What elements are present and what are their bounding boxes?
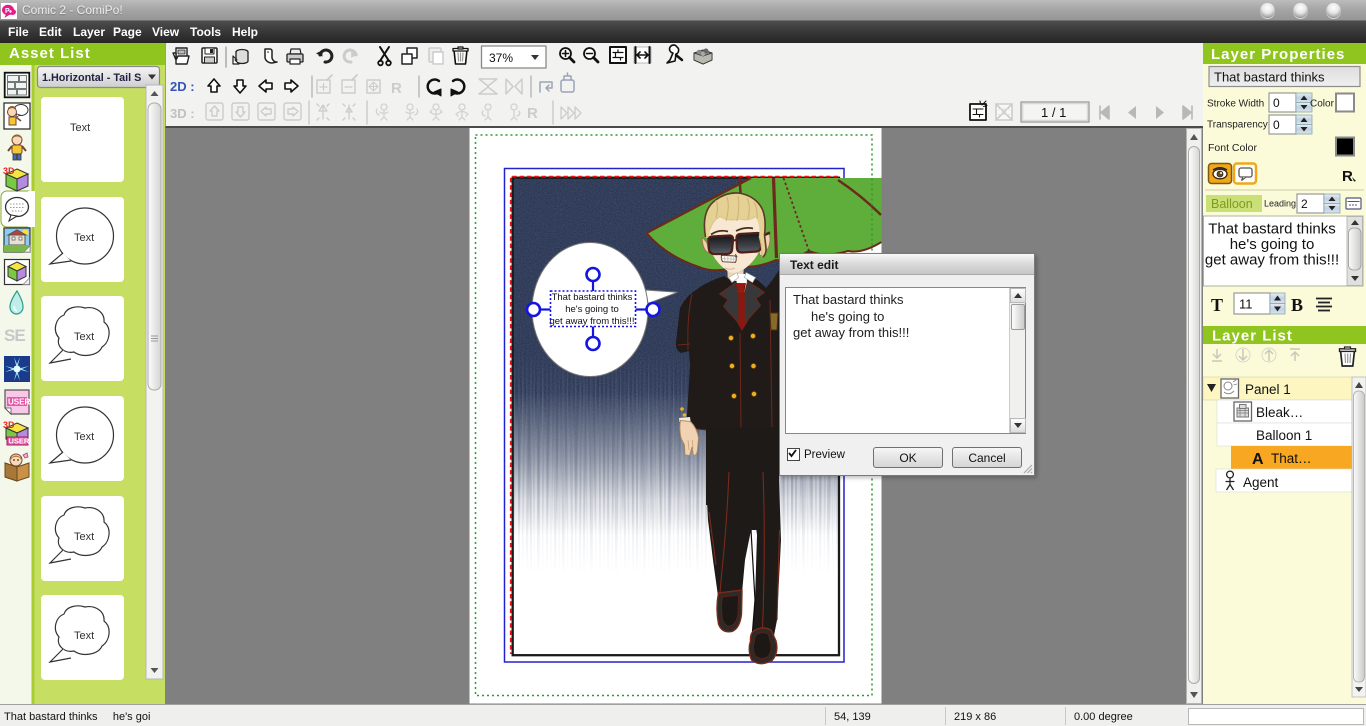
svg-text:Transparency: Transparency: [1207, 120, 1268, 131]
svg-text:0: 0: [1273, 96, 1280, 110]
svg-text:11: 11: [1239, 297, 1253, 312]
svg-text:Text: Text: [70, 122, 90, 134]
svg-text:Text: Text: [74, 232, 94, 244]
svg-text:get away from this!!!: get away from this!!!: [1205, 252, 1339, 269]
svg-text:2D :: 2D :: [170, 79, 195, 94]
svg-text:get away from this!!!: get away from this!!!: [549, 316, 634, 327]
svg-text:Panel 1: Panel 1: [1245, 382, 1291, 397]
svg-text:Balloon: Balloon: [1211, 197, 1253, 211]
svg-text:3D: 3D: [3, 420, 15, 430]
svg-text:P: P: [5, 8, 10, 15]
svg-text:1.Horizontal - Tail S: 1.Horizontal - Tail S: [42, 72, 141, 84]
svg-text:SE: SE: [4, 326, 25, 345]
svg-text:That bastard thinks: That bastard thinks: [1214, 70, 1325, 85]
svg-text:R: R: [391, 80, 402, 97]
svg-text:That bastard thinks: That bastard thinks: [552, 292, 633, 303]
svg-text:he's going to: he's going to: [565, 304, 619, 315]
svg-text:37%: 37%: [489, 51, 513, 65]
svg-text:A: A: [1252, 451, 1264, 468]
svg-text:Text: Text: [74, 431, 94, 443]
svg-text:Balloon 1: Balloon 1: [1256, 428, 1312, 443]
svg-text:Text: Text: [74, 630, 94, 642]
svg-text:he's going to: he's going to: [1230, 236, 1315, 253]
svg-text:1 / 1: 1 / 1: [1041, 105, 1066, 120]
svg-text:Bleak…: Bleak…: [1256, 405, 1303, 420]
svg-text:0: 0: [1273, 118, 1280, 132]
svg-text:2: 2: [1301, 197, 1308, 211]
svg-text:Layer List: Layer List: [1212, 328, 1293, 345]
svg-text:3D: 3D: [3, 166, 15, 176]
svg-text:Stroke Width: Stroke Width: [1207, 99, 1264, 110]
svg-text:Leading: Leading: [1264, 199, 1296, 209]
svg-text:Agent: Agent: [1243, 475, 1279, 490]
svg-text:R: R: [1342, 168, 1353, 185]
svg-text:That bastard thinks: That bastard thinks: [1208, 221, 1336, 238]
svg-text:Color: Color: [1310, 99, 1335, 110]
svg-text:3D :: 3D :: [170, 106, 195, 121]
svg-text:USER: USER: [9, 437, 30, 446]
svg-text:Font Color: Font Color: [1208, 142, 1258, 154]
svg-text:Text: Text: [74, 331, 94, 343]
svg-text:R: R: [527, 105, 538, 122]
svg-text:T: T: [1211, 295, 1223, 315]
svg-text:B: B: [1291, 295, 1303, 315]
svg-text:USER: USER: [8, 398, 30, 407]
svg-text:Text: Text: [74, 531, 94, 543]
svg-text:That…: That…: [1271, 451, 1312, 466]
svg-text:Layer Properties: Layer Properties: [1211, 46, 1345, 63]
